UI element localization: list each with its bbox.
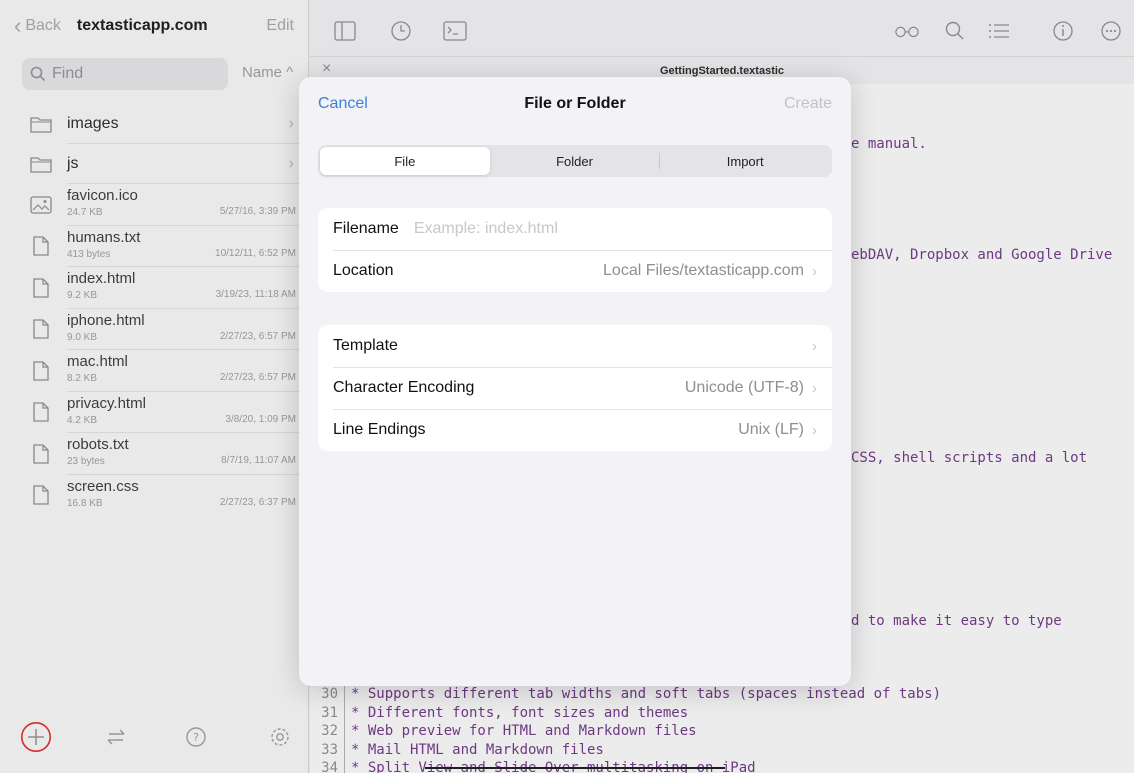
chevron-right-icon: › (812, 379, 817, 397)
line-endings-value: Unix (LF) (738, 421, 804, 438)
segment-file[interactable]: File (320, 147, 490, 175)
template-label: Template (333, 337, 398, 354)
chevron-right-icon: › (812, 421, 817, 439)
encoding-row[interactable]: Character Encoding Unicode (UTF-8) › (318, 367, 832, 409)
filename-row[interactable]: Filename Example: index.html (318, 208, 832, 250)
chevron-right-icon: › (812, 337, 817, 355)
filename-label: Filename (333, 220, 399, 237)
file-settings-group: Filename Example: index.html Location Lo… (318, 208, 832, 292)
segment-folder[interactable]: Folder (490, 147, 660, 175)
segment-import[interactable]: Import (660, 147, 830, 175)
encoding-value: Unicode (UTF-8) (684, 379, 804, 396)
location-value: Local Files/textasticapp.com (603, 262, 804, 279)
dialog-header: Cancel File or Folder Create (299, 77, 851, 129)
line-endings-label: Line Endings (333, 421, 426, 438)
line-endings-row[interactable]: Line Endings Unix (LF) › (318, 409, 832, 451)
new-file-dialog: Cancel File or Folder Create File Folder… (299, 77, 851, 686)
chevron-right-icon: › (812, 262, 817, 280)
create-button[interactable]: Create (784, 95, 832, 113)
file-options-group: Template › Character Encoding Unicode (U… (318, 325, 832, 451)
type-segmented-control: File Folder Import (318, 145, 832, 177)
filename-input[interactable]: Example: index.html (414, 220, 558, 238)
dialog-title: File or Folder (524, 95, 626, 112)
location-label: Location (333, 262, 394, 279)
template-row[interactable]: Template › (318, 325, 832, 367)
location-row[interactable]: Location Local Files/textasticapp.com › (318, 250, 832, 292)
encoding-label: Character Encoding (333, 379, 475, 396)
